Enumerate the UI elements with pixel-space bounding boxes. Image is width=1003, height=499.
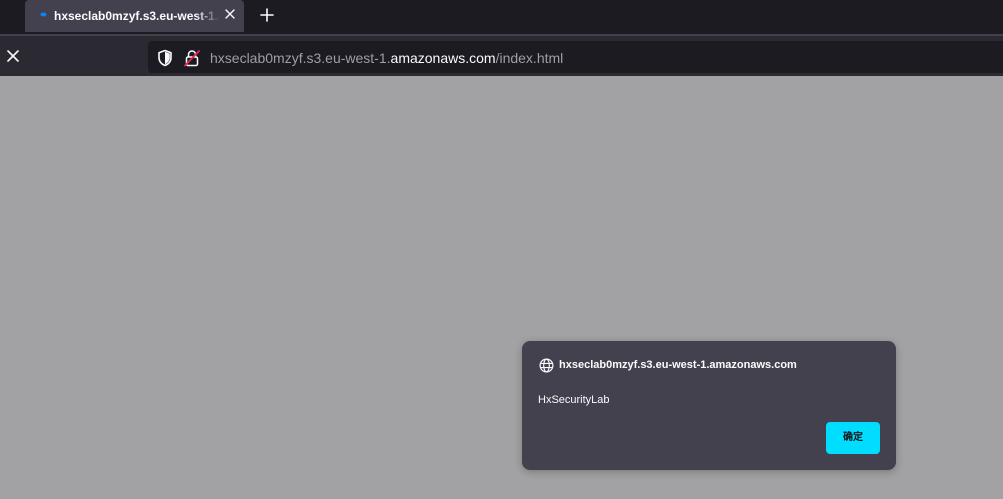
ok-button[interactable]: 确定 bbox=[826, 422, 880, 454]
url-domain: amazonaws.com bbox=[390, 50, 496, 66]
close-icon[interactable] bbox=[224, 8, 236, 20]
tab-bar: hxseclab0mzyf.s3.eu-west-1.amazonaws.com… bbox=[0, 0, 1003, 34]
globe-icon bbox=[539, 358, 554, 373]
plus-icon[interactable] bbox=[259, 7, 275, 23]
url-path: /index.html bbox=[495, 50, 564, 66]
nav-bar: hxseclab0mzyf.s3.eu-west-1.amazonaws.com… bbox=[0, 34, 1003, 76]
loading-dot-icon bbox=[40, 12, 47, 17]
dialog-origin: hxseclab0mzyf.s3.eu-west-1.amazonaws.com bbox=[559, 359, 797, 371]
close-icon[interactable] bbox=[6, 49, 20, 63]
url-prefix: hxseclab0mzyf.s3.eu-west-1. bbox=[210, 50, 391, 66]
url-text[interactable]: hxseclab0mzyf.s3.eu-west-1.amazonaws.com… bbox=[210, 49, 563, 67]
url-bar[interactable]: hxseclab0mzyf.s3.eu-west-1.amazonaws.com… bbox=[148, 41, 1003, 73]
tab-title: hxseclab0mzyf.s3.eu-west-1.amazonaws.com… bbox=[54, 9, 220, 23]
shield-icon[interactable] bbox=[157, 49, 173, 67]
tab-active[interactable]: hxseclab0mzyf.s3.eu-west-1.amazonaws.com… bbox=[25, 0, 244, 32]
insecure-lock-icon[interactable] bbox=[184, 49, 200, 67]
dialog-message: HxSecurityLab bbox=[538, 394, 610, 406]
alert-dialog: hxseclab0mzyf.s3.eu-west-1.amazonaws.com… bbox=[522, 341, 896, 470]
